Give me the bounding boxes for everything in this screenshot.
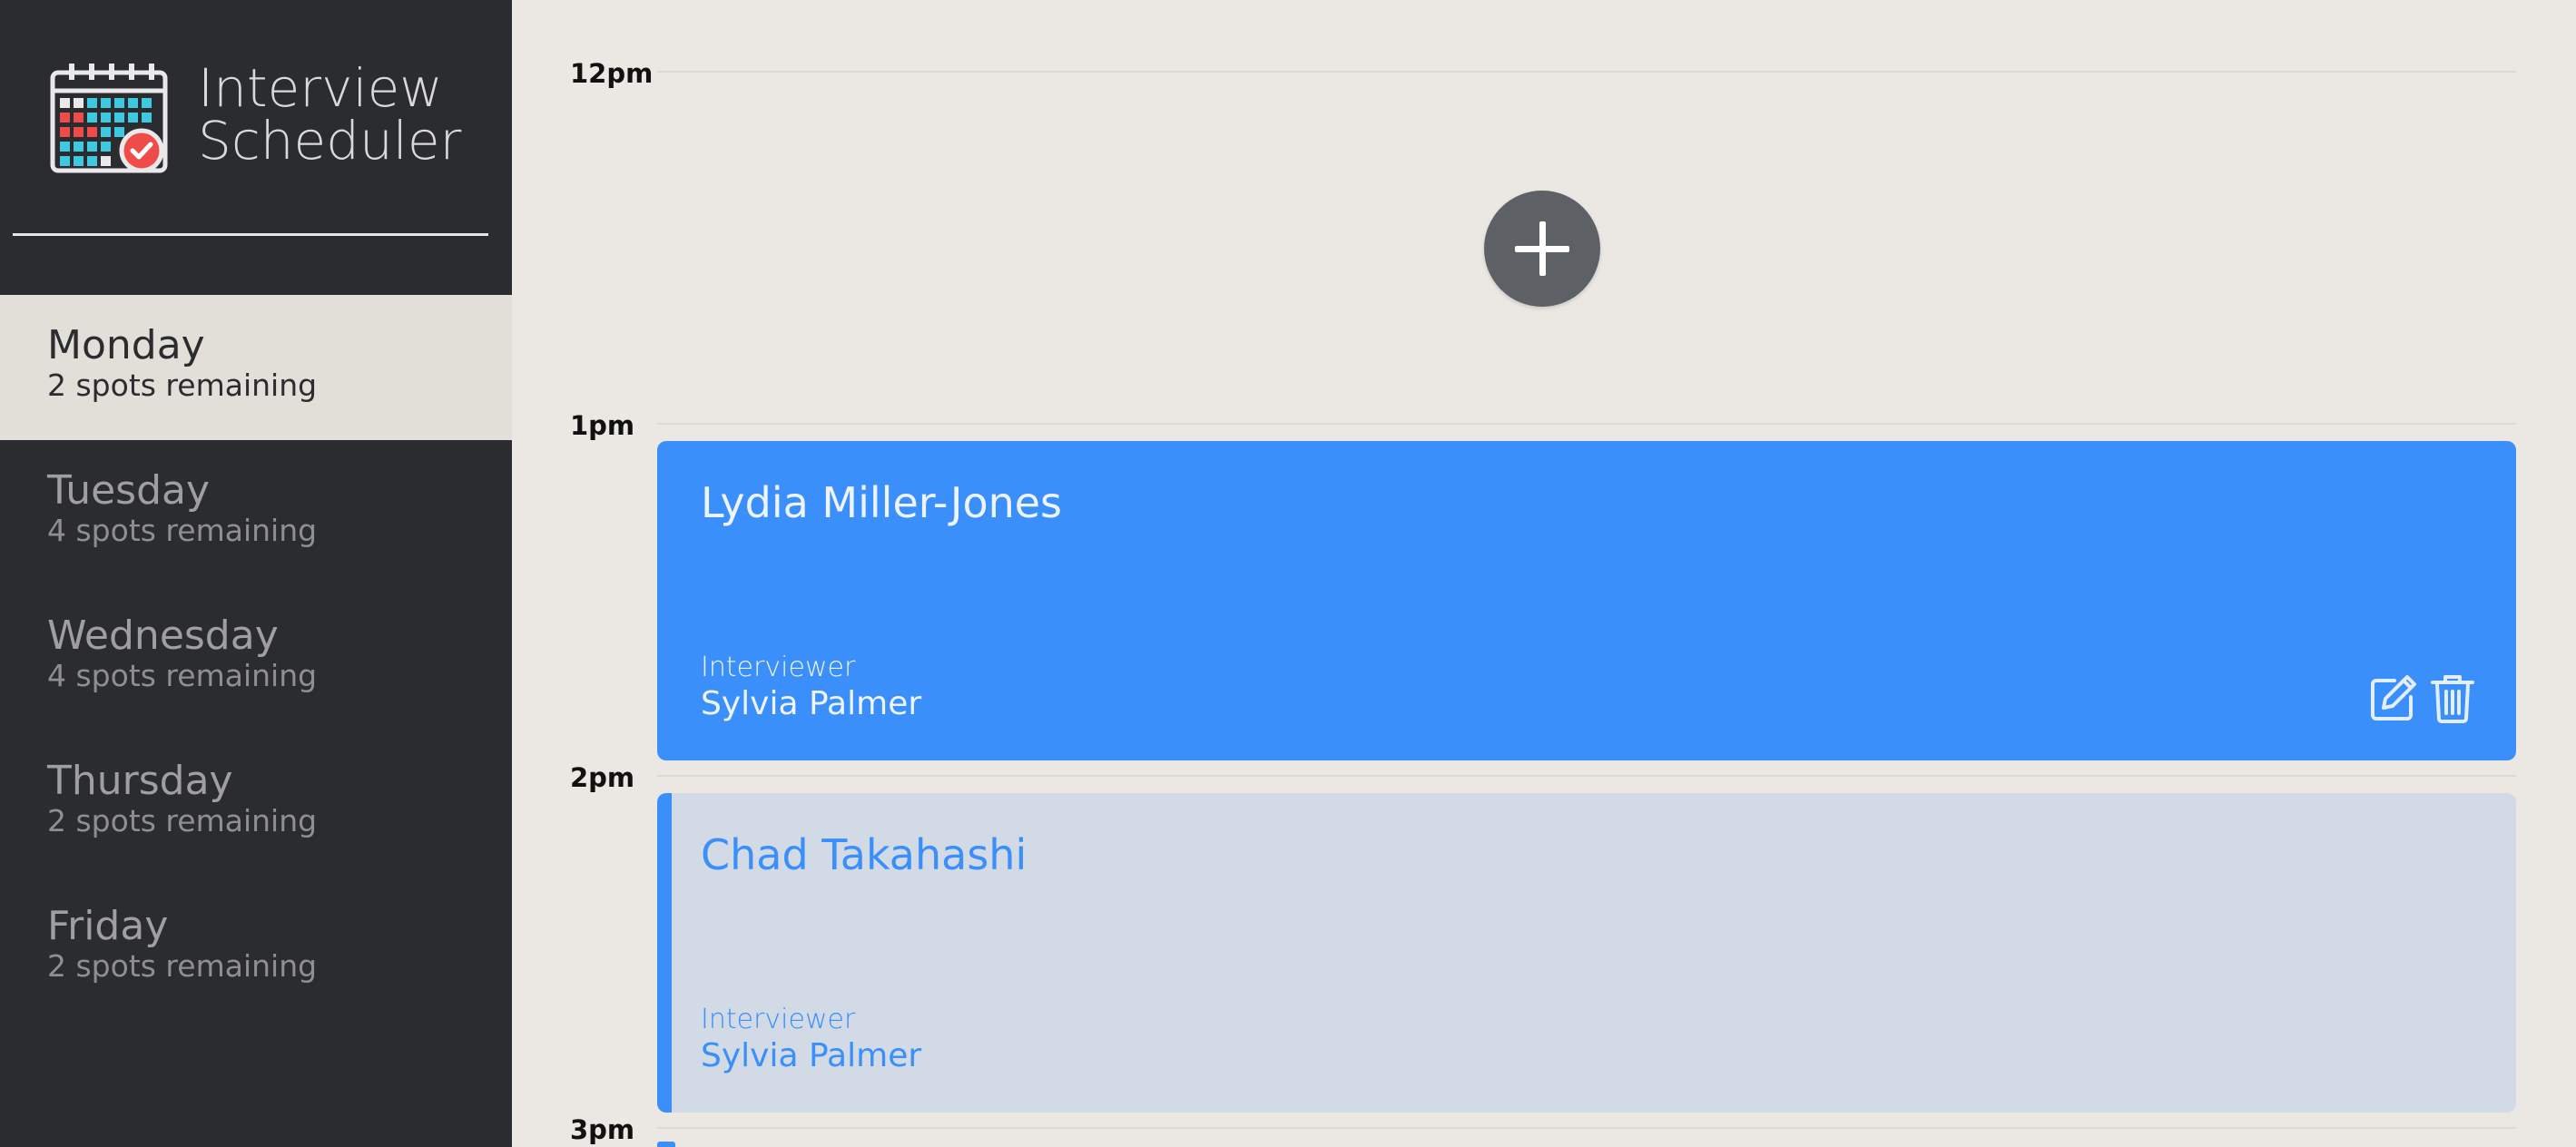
day-name: Monday — [47, 322, 205, 368]
app-title-line2: Scheduler — [198, 110, 462, 172]
app-title-line1: Interview — [198, 57, 443, 119]
hour-label-1pm: 1pm — [570, 410, 635, 441]
day-name: Friday — [47, 903, 169, 949]
appointment-card-edge — [657, 1142, 675, 1147]
hour-label-3pm: 3pm — [570, 1114, 635, 1145]
sidebar-item-thursday[interactable]: Thursday 2 spots remaining — [0, 730, 512, 876]
appointment-card[interactable]: Lydia Miller-Jones Interviewer Sylvia Pa… — [657, 441, 2516, 760]
trash-icon[interactable] — [2427, 673, 2478, 724]
day-name: Tuesday — [47, 467, 211, 514]
app-title: Interview Scheduler — [198, 62, 461, 167]
interviewer-name: Sylvia Palmer — [701, 1037, 922, 1074]
day-spots: 2 spots remaining — [47, 368, 318, 403]
sidebar-item-friday[interactable]: Friday 2 spots remaining — [0, 876, 512, 1021]
calendar-check-icon — [50, 64, 168, 173]
day-spots: 2 spots remaining — [47, 948, 318, 984]
appointment-card[interactable]: Chad Takahashi Interviewer Sylvia Palmer — [657, 793, 2516, 1113]
add-appointment-button[interactable] — [1484, 191, 1600, 307]
sidebar-item-monday[interactable]: Monday 2 spots remaining — [0, 295, 512, 440]
interviewer-label: Interviewer — [701, 652, 856, 683]
student-name: Lydia Miller-Jones — [701, 478, 1063, 527]
day-spots: 4 spots remaining — [47, 513, 318, 548]
hour-label-2pm: 2pm — [570, 762, 635, 793]
interviewer-name: Sylvia Palmer — [701, 685, 922, 722]
day-spots: 2 spots remaining — [47, 803, 318, 838]
student-name: Chad Takahashi — [701, 830, 1027, 879]
sidebar-divider — [13, 233, 488, 236]
hour-divider — [657, 1127, 2516, 1129]
day-name: Thursday — [47, 758, 233, 804]
interviewer-label: Interviewer — [701, 1004, 856, 1035]
edit-icon[interactable] — [2367, 673, 2418, 724]
sidebar-item-wednesday[interactable]: Wednesday 4 spots remaining — [0, 585, 512, 730]
day-name: Wednesday — [47, 613, 279, 659]
sidebar-item-tuesday[interactable]: Tuesday 4 spots remaining — [0, 440, 512, 585]
day-spots: 4 spots remaining — [47, 658, 318, 693]
hour-divider — [657, 71, 2516, 73]
hour-divider — [657, 775, 2516, 777]
hour-label-12pm: 12pm — [570, 58, 654, 89]
hour-divider — [657, 423, 2516, 425]
sidebar: Interview Scheduler Monday 2 spots remai… — [0, 0, 512, 1147]
